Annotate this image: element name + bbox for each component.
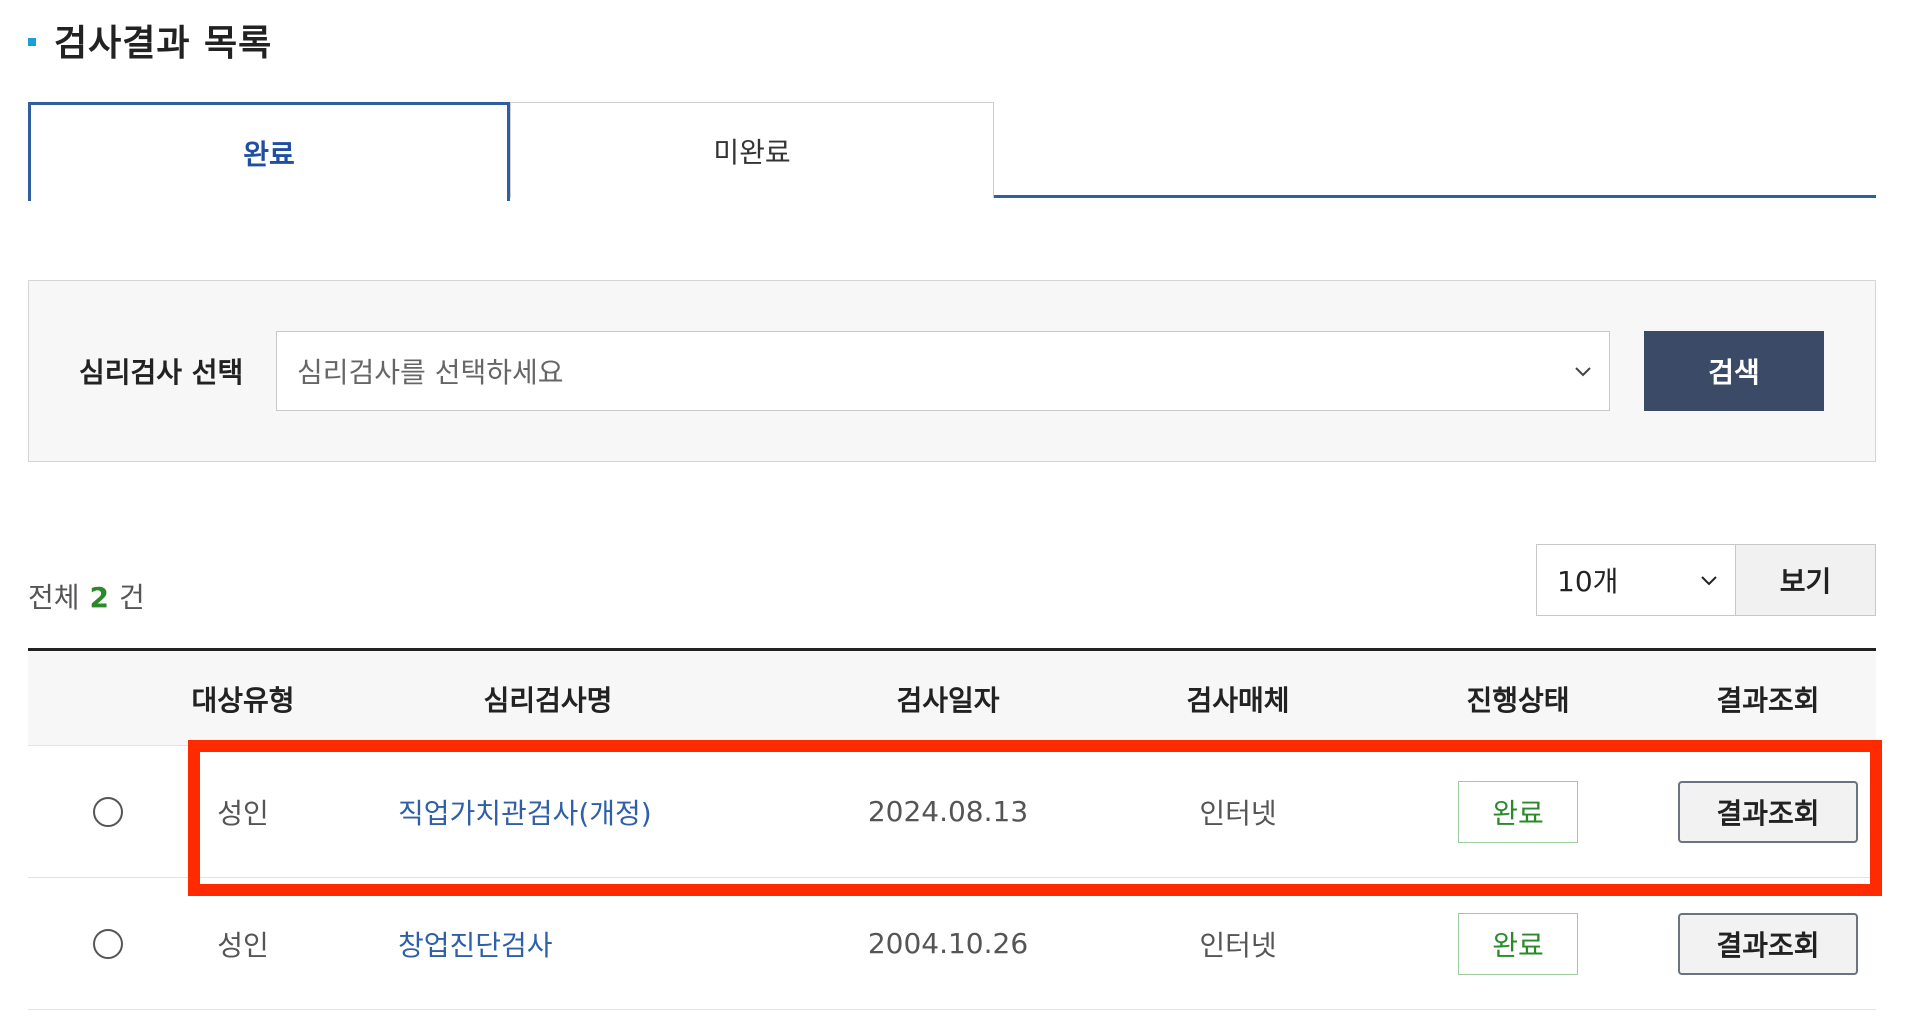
test-select-label: 심리검사 선택 — [79, 356, 244, 389]
row-select-radio[interactable] — [93, 928, 123, 959]
row-status-cell: 완료 — [1418, 746, 1618, 877]
view-result-button[interactable]: 결과조회 — [1678, 912, 1858, 975]
search-panel: 심리검사 선택 심리검사를 선택하세요 검색 — [28, 280, 1876, 462]
row-test-name[interactable]: 직업가치관검사(개정) — [398, 792, 652, 832]
total-count: 2 — [89, 581, 110, 614]
table-header: 대상유형 심리검사명 검사일자 검사매체 진행상태 결과조회 — [28, 648, 1876, 746]
header-target-type: 대상유형 — [191, 683, 295, 717]
table-row: 성인 창업진단검사 2004.10.26 인터넷 완료 결과조회 — [28, 878, 1876, 1010]
row-select-radio[interactable] — [93, 796, 123, 827]
status-badge: 완료 — [1458, 912, 1578, 975]
header-test-name: 심리검사명 — [483, 683, 613, 717]
results-table: 대상유형 심리검사명 검사일자 검사매체 진행상태 결과조회 성인 직업가치관검… — [28, 648, 1876, 1010]
row-target: 성인 — [217, 796, 269, 830]
test-select-dropdown[interactable]: 심리검사를 선택하세요 — [276, 331, 1610, 411]
per-page-value: 10개 — [1557, 565, 1619, 598]
page-title: 검사결과 목록 — [54, 23, 273, 64]
view-button[interactable]: 보기 — [1736, 544, 1876, 616]
test-select-value: 심리검사를 선택하세요 — [297, 356, 564, 389]
tab-completed[interactable]: 완료 — [28, 102, 510, 201]
header-test-date: 검사일자 — [896, 683, 1000, 717]
header-test-media: 검사매체 — [1186, 683, 1290, 717]
row-media: 인터넷 — [1199, 796, 1277, 830]
row-result-cell: 결과조회 — [1668, 878, 1868, 1009]
row-test-name-link[interactable]: 창업진단검사 — [398, 878, 818, 1009]
per-page-select[interactable]: 10개 — [1536, 544, 1736, 616]
row-test-name[interactable]: 창업진단검사 — [398, 924, 553, 964]
header-result: 결과조회 — [1716, 683, 1820, 717]
view-result-button[interactable]: 결과조회 — [1678, 780, 1858, 843]
tab-bar: 완료 미완료 — [28, 102, 1876, 201]
table-row: 성인 직업가치관검사(개정) 2024.08.13 인터넷 완료 결과조회 — [28, 746, 1876, 878]
total-prefix: 전체 — [28, 581, 80, 614]
row-target: 성인 — [217, 928, 269, 962]
row-test-name-link[interactable]: 직업가치관검사(개정) — [398, 746, 818, 877]
header-status: 진행상태 — [1466, 683, 1570, 717]
total-suffix: 건 — [119, 581, 145, 614]
row-status-cell: 완료 — [1418, 878, 1618, 1009]
row-media: 인터넷 — [1199, 928, 1277, 962]
row-result-cell: 결과조회 — [1668, 746, 1868, 877]
row-radio-cell — [88, 746, 128, 877]
title-bullet-icon — [28, 38, 36, 46]
status-badge: 완료 — [1458, 780, 1578, 843]
search-button[interactable]: 검색 — [1644, 331, 1824, 411]
row-radio-cell — [88, 878, 128, 1009]
page-header: 검사결과 목록 — [28, 14, 272, 66]
total-count-text: 전체 2 건 — [28, 576, 145, 616]
chevron-down-icon — [1575, 367, 1591, 377]
tab-incomplete[interactable]: 미완료 — [510, 102, 994, 198]
row-date: 2004.10.26 — [867, 927, 1029, 960]
row-date: 2024.08.13 — [867, 795, 1029, 828]
chevron-down-icon — [1701, 576, 1717, 586]
